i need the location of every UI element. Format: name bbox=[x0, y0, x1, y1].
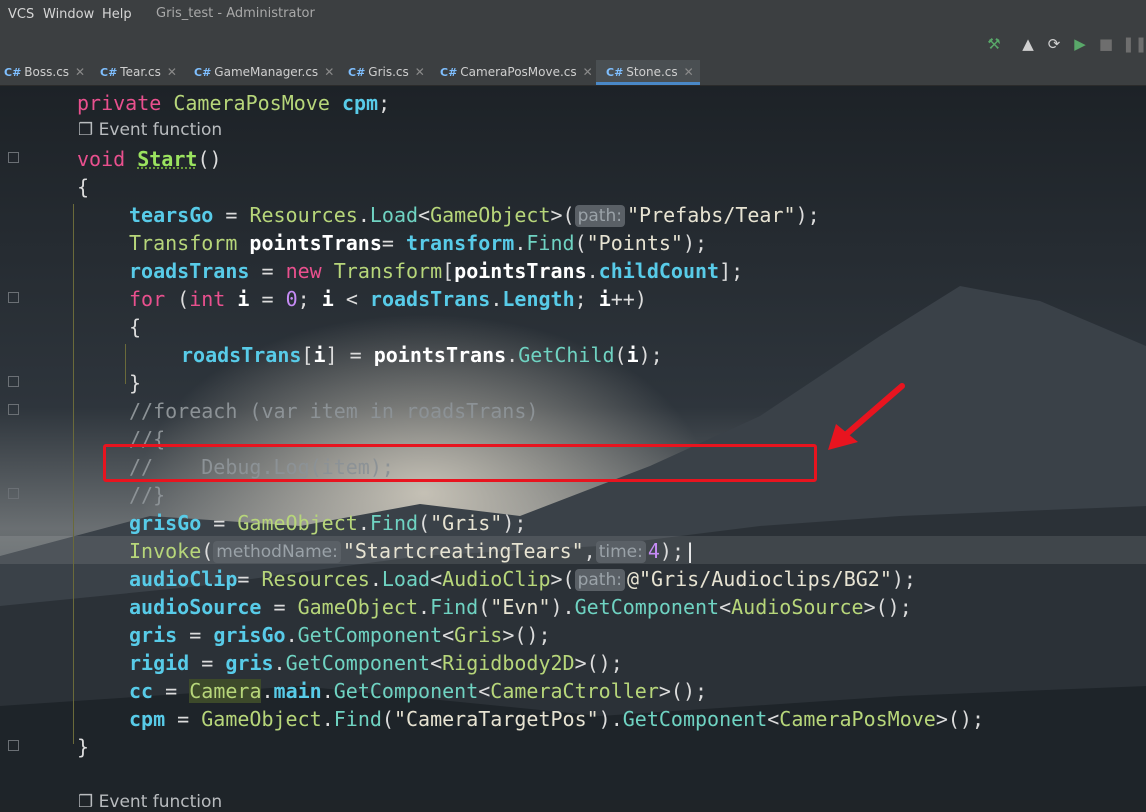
code-line[interactable]: cc = Camera.main.GetComponent<CameraCtro… bbox=[129, 677, 707, 705]
tab-label: GameManager.cs bbox=[214, 65, 319, 79]
code-line[interactable]: private CameraPosMove cpm; bbox=[77, 89, 390, 117]
close-icon[interactable]: ✕ bbox=[324, 65, 334, 79]
unity-event-icon: ❒ bbox=[78, 792, 99, 812]
stop-icon[interactable]: ■ bbox=[1096, 34, 1116, 54]
code-line[interactable]: { bbox=[77, 173, 89, 201]
tab-cameraposmove-cs[interactable]: C# CameraPosMove.cs ✕ bbox=[440, 60, 593, 85]
menu-help[interactable]: Help bbox=[102, 7, 132, 22]
csharp-file-icon: C# bbox=[606, 66, 624, 79]
invoke-code-line[interactable]: Invoke(methodName: "StartcreatingTears", t… bbox=[129, 537, 696, 565]
csharp-file-icon: C# bbox=[194, 66, 212, 79]
refresh-unity-icon[interactable]: ⟳ bbox=[1044, 34, 1064, 54]
csharp-file-icon: C# bbox=[4, 66, 22, 79]
event-function-hint[interactable]: ❒ Event function bbox=[78, 792, 222, 812]
annotation-arrow-icon bbox=[828, 383, 905, 450]
comment-line[interactable]: //} bbox=[129, 481, 165, 509]
annotation-highlight-box bbox=[103, 444, 817, 482]
tab-label: Tear.cs bbox=[120, 65, 161, 79]
code-line[interactable]: roadsTrans[i] = pointsTrans.GetChild(i); bbox=[181, 341, 663, 369]
parameter-hint: path: bbox=[574, 205, 625, 227]
fold-marker-icon[interactable] bbox=[8, 740, 19, 751]
toolbar: ⚒ ▲ ⟳ ▶ ■ ❚❚ bbox=[0, 30, 1146, 60]
fold-marker-icon[interactable] bbox=[8, 488, 19, 499]
code-line[interactable]: rigid = gris.GetComponent<Rigidbody2D>()… bbox=[129, 649, 623, 677]
build-hammer-icon[interactable]: ⚒ bbox=[984, 34, 1004, 54]
parameter-hint: time: bbox=[595, 541, 646, 563]
code-line[interactable]: } bbox=[129, 369, 141, 397]
code-line[interactable]: audioClip= Resources.Load<AudioClip>(pat… bbox=[129, 565, 916, 593]
menu-vcs[interactable]: VCS bbox=[8, 7, 34, 22]
tab-label: Stone.cs bbox=[626, 65, 678, 79]
close-icon[interactable]: ✕ bbox=[415, 65, 425, 79]
code-line[interactable]: for (int i = 0; i < roadsTrans.Length; i… bbox=[129, 285, 647, 313]
fold-marker-icon[interactable] bbox=[8, 376, 19, 387]
parameter-hint: path: bbox=[574, 569, 625, 591]
code-line[interactable]: Transform pointsTrans= transform.Find("P… bbox=[129, 229, 707, 257]
code-line[interactable]: tearsGo = Resources.Load<GameObject>(pat… bbox=[129, 201, 820, 229]
code-line[interactable]: grisGo = GameObject.Find("Gris"); bbox=[129, 509, 526, 537]
pause-icon[interactable]: ❚❚ bbox=[1122, 34, 1146, 54]
indent-guide bbox=[73, 204, 74, 744]
fold-marker-icon[interactable] bbox=[8, 292, 19, 303]
code-line[interactable]: } bbox=[77, 733, 89, 761]
menu-bar: VCS Window Help Gris_test - Administrato… bbox=[0, 0, 1146, 30]
editor-tab-bar: C# Boss.cs ✕ C# Tear.cs ✕ C# GameManager.cs ✕ … bbox=[0, 60, 1146, 86]
run-icon[interactable]: ▶ bbox=[1070, 34, 1090, 54]
parameter-hint: methodName: bbox=[213, 541, 341, 563]
close-icon[interactable]: ✕ bbox=[583, 65, 593, 79]
code-line[interactable]: cpm = GameObject.Find("CameraTargetPos")… bbox=[129, 705, 984, 733]
code-line[interactable]: audioSource = GameObject.Find("Evn").Get… bbox=[129, 593, 912, 621]
close-icon[interactable]: ✕ bbox=[684, 65, 694, 79]
tab-gamemanager-cs[interactable]: C# GameManager.cs ✕ bbox=[194, 60, 340, 85]
indent-guide bbox=[125, 344, 126, 384]
code-line[interactable]: roadsTrans = new Transform[pointsTrans.c… bbox=[129, 257, 743, 285]
code-editor[interactable]: private CameraPosMove cpm; ❒ Event funct… bbox=[0, 86, 1146, 812]
fold-marker-icon[interactable] bbox=[8, 152, 19, 163]
tab-tear-cs[interactable]: C# Tear.cs ✕ bbox=[100, 60, 186, 85]
tab-stone-cs[interactable]: C# Stone.cs ✕ bbox=[596, 60, 700, 85]
code-line[interactable]: gris = grisGo.GetComponent<Gris>(); bbox=[129, 621, 551, 649]
code-line[interactable]: void Start() bbox=[77, 145, 222, 173]
menu-window[interactable]: Window bbox=[43, 7, 94, 22]
csharp-file-icon: C# bbox=[348, 66, 366, 79]
close-icon[interactable]: ✕ bbox=[75, 65, 85, 79]
unity-event-icon: ❒ bbox=[78, 120, 99, 140]
csharp-file-icon: C# bbox=[100, 66, 118, 79]
close-icon[interactable]: ✕ bbox=[167, 65, 177, 79]
unity-icon[interactable]: ▲ bbox=[1018, 34, 1038, 54]
event-function-hint[interactable]: ❒ Event function bbox=[78, 120, 222, 140]
code-line[interactable]: { bbox=[129, 313, 141, 341]
csharp-file-icon: C# bbox=[440, 66, 458, 79]
tab-label: Boss.cs bbox=[24, 65, 70, 79]
tab-label: Gris.cs bbox=[368, 65, 409, 79]
tab-boss-cs[interactable]: C# Boss.cs ✕ bbox=[4, 60, 92, 85]
window-title: Gris_test - Administrator bbox=[156, 6, 315, 21]
tab-label: CameraPosMove.cs bbox=[460, 65, 577, 79]
fold-marker-icon[interactable] bbox=[8, 404, 19, 415]
comment-line[interactable]: //foreach (var item in roadsTrans) bbox=[129, 397, 538, 425]
tab-gris-cs[interactable]: C# Gris.cs ✕ bbox=[348, 60, 432, 85]
